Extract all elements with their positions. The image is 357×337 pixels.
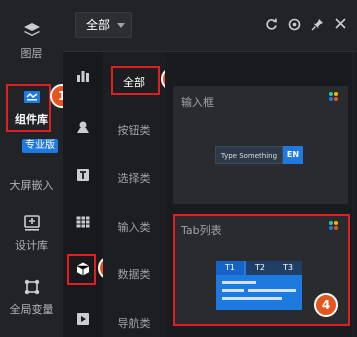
highlight-box-category-all bbox=[111, 66, 160, 95]
global-variable-icon bbox=[22, 278, 42, 296]
sidebar-item-screen-embed[interactable]: 大屏嵌入 bbox=[0, 158, 63, 193]
component-card-input[interactable]: 输入框 bbox=[173, 86, 348, 204]
sidebar-item-global-variable[interactable]: 全局变量 bbox=[0, 278, 63, 317]
text-icon[interactable] bbox=[63, 168, 103, 185]
highlight-box-component-library bbox=[6, 84, 51, 132]
sidebar-item-label: 全局变量 bbox=[9, 303, 54, 316]
category-select[interactable]: 选择类 bbox=[103, 170, 165, 186]
scrollbar[interactable] bbox=[352, 52, 355, 337]
sidebar-item-label: 大屏嵌入 bbox=[9, 179, 54, 192]
category-buttons[interactable]: 按钮类 bbox=[103, 122, 165, 138]
chart-icon[interactable] bbox=[63, 70, 103, 85]
layers-icon bbox=[22, 22, 42, 40]
category-data[interactable]: 数据类 bbox=[103, 266, 165, 282]
refresh-icon[interactable] bbox=[264, 18, 278, 32]
category-navigation[interactable]: 导航类 bbox=[103, 315, 165, 331]
sidebar-item-design-library[interactable]: 设计库 bbox=[0, 214, 63, 253]
category-input[interactable]: 输入类 bbox=[103, 219, 165, 235]
input-preview-field: Type Something bbox=[215, 146, 283, 164]
sidebar-item-label: 图层 bbox=[20, 47, 43, 60]
dropdown-value: 全部 bbox=[86, 18, 111, 32]
app-root: 图层 组件库 1 专业版 大屏嵌入 设计库 全局变量 全部 按钮类 选择类 输入… bbox=[0, 0, 357, 337]
design-library-icon bbox=[22, 214, 42, 232]
pin-icon[interactable] bbox=[310, 18, 324, 32]
card-title: 输入框 bbox=[181, 96, 214, 109]
sidebar-item-layers[interactable]: 图层 bbox=[0, 22, 63, 61]
table-icon[interactable] bbox=[63, 216, 103, 231]
category-dropdown[interactable]: 全部 bbox=[75, 12, 132, 38]
component-brand-icon bbox=[329, 92, 339, 102]
highlight-box-cube bbox=[67, 254, 96, 285]
map-pin-icon[interactable] bbox=[63, 120, 103, 137]
sidebar-item-label: 设计库 bbox=[15, 239, 48, 252]
input-preview-button: EN bbox=[283, 146, 303, 164]
settings-icon[interactable] bbox=[287, 18, 301, 32]
close-icon[interactable] bbox=[333, 18, 347, 32]
screen-embed-icon bbox=[22, 158, 42, 172]
annotation-badge-4: 4 bbox=[314, 293, 338, 317]
pro-tag: 专业版 bbox=[22, 139, 58, 153]
chevron-down-icon bbox=[117, 23, 125, 28]
media-icon[interactable] bbox=[63, 312, 103, 329]
